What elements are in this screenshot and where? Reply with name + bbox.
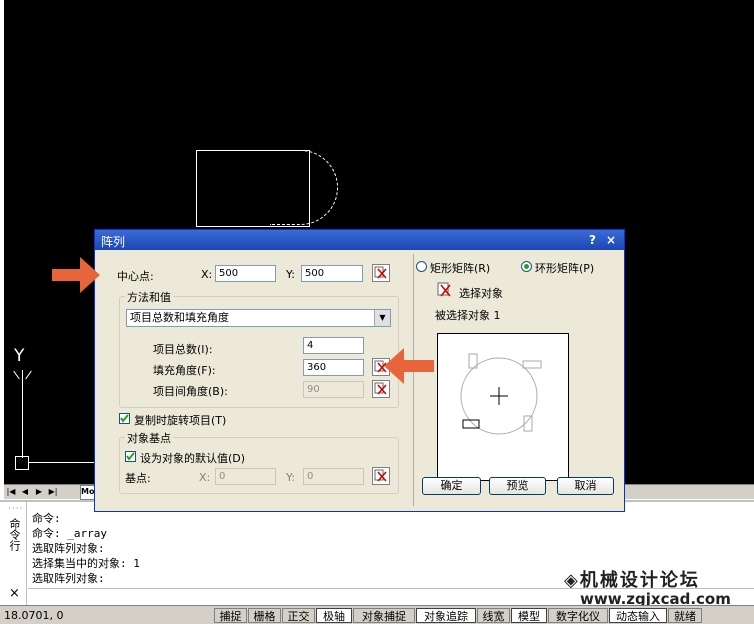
arc-shape[interactable] — [270, 150, 338, 225]
command-sidebar: ···· 命令行 × — [0, 502, 27, 606]
center-x-field[interactable]: 500 — [215, 265, 276, 282]
center-point-label: 中心点: — [117, 270, 154, 283]
base-x-field: 0 — [215, 468, 276, 485]
status-grid-button[interactable]: 栅格 — [248, 608, 281, 623]
preview-drawing — [460, 353, 542, 435]
command-line-3: 选取阵列对象: — [32, 542, 105, 555]
status-lweight-button[interactable]: 线宽 — [477, 608, 510, 623]
method-select[interactable]: 项目总数和填充角度 ▼ — [126, 309, 391, 327]
pick-center-button[interactable] — [372, 264, 390, 282]
item-angle-label: 项目间角度(B): — [153, 385, 228, 398]
total-items-label: 项目总数(I): — [153, 343, 213, 356]
prev-tab-icon[interactable]: ◀ — [20, 486, 30, 497]
dialog-titlebar[interactable]: 阵列 ? × — [95, 230, 624, 250]
checkmark-icon — [120, 414, 129, 423]
watermark-logo: ◈机械设计论坛 — [564, 570, 700, 591]
ok-button[interactable]: 确定 — [422, 477, 481, 495]
center-y-label: Y: — [286, 268, 295, 281]
fill-angle-field[interactable]: 360 — [303, 359, 364, 376]
status-ready: 就绪 — [668, 608, 702, 623]
checkmark-icon-2 — [126, 452, 135, 461]
base-group-label: 对象基点 — [125, 430, 173, 446]
command-close-icon[interactable]: × — [9, 586, 20, 601]
center-y-field[interactable]: 500 — [301, 265, 363, 282]
polar-array-radio[interactable] — [521, 261, 532, 272]
method-group-label: 方法和值 — [125, 289, 173, 305]
selected-count-text: 被选择对象 1 — [435, 309, 501, 322]
command-line-4: 选择集当中的对象: 1 — [32, 557, 140, 570]
default-base-checkbox[interactable] — [125, 451, 136, 462]
pick-point-icon-2 — [374, 469, 387, 482]
status-osnap-button[interactable]: 对象捕捉 — [353, 608, 415, 623]
command-line-2: 命令: _array — [32, 527, 107, 540]
next-tab-icon[interactable]: ▶ — [34, 486, 44, 497]
default-base-label: 设为对象的默认值(D) — [140, 452, 246, 465]
close-icon[interactable]: × — [606, 233, 616, 247]
first-tab-icon[interactable]: |◀ — [6, 486, 16, 497]
dialog-title: 阵列 — [101, 235, 126, 249]
select-objects-label[interactable]: 选择对象 — [459, 285, 503, 301]
status-snap-button[interactable]: 捕捉 — [214, 608, 247, 623]
pick-point-icon — [374, 266, 387, 279]
canvas-border — [0, 0, 4, 484]
annotation-arrow-left — [384, 348, 434, 384]
select-objects-icon — [437, 282, 451, 297]
rotate-items-label: 复制时旋转项目(T) — [134, 414, 227, 427]
method-select-value: 项目总数和填充角度 — [130, 311, 229, 324]
rotate-items-checkbox[interactable] — [119, 413, 130, 424]
base-x-label: X: — [199, 471, 211, 484]
rect-array-label: 矩形矩阵(R) — [430, 262, 491, 275]
total-items-field[interactable]: 4 — [303, 337, 364, 354]
pick-base-button[interactable] — [372, 467, 390, 485]
ucs-x-axis — [29, 462, 99, 463]
status-tablet-button[interactable]: 数字化仪 — [548, 608, 608, 623]
preview-button[interactable]: 预览 — [489, 477, 546, 495]
base-point-label: 基点: — [125, 472, 151, 485]
base-y-label: Y: — [286, 471, 295, 484]
command-side-label: 命令行 — [8, 518, 21, 551]
coordinate-readout: 18.0701, 0 — [4, 609, 64, 622]
annotation-arrow-right — [52, 257, 100, 293]
last-tab-icon[interactable]: ▶| — [48, 486, 58, 497]
chevron-down-icon[interactable]: ▼ — [374, 310, 390, 326]
polar-array-label: 环形矩阵(P) — [535, 262, 595, 275]
item-angle-field: 90 — [303, 381, 364, 398]
status-model-button[interactable]: 模型 — [511, 608, 547, 623]
status-polar-button[interactable]: 极轴 — [316, 608, 352, 623]
array-dialog: 阵列 ? × 中心点: X: 500 Y: 500 方法和值 项目总数和填充角度… — [94, 229, 625, 512]
ucs-arrow-left — [13, 370, 20, 380]
command-line-1: 命令: — [32, 512, 61, 525]
select-objects-button[interactable] — [437, 282, 455, 300]
ucs-y-axis — [22, 370, 23, 458]
fill-angle-label: 填充角度(F): — [153, 364, 216, 377]
ucs-y-label: Y — [14, 346, 25, 366]
status-bar: 18.0701, 0 捕捉 栅格 正交 极轴 对象捕捉 对象追踪 线宽 模型 数… — [0, 605, 754, 624]
array-preview-image — [437, 333, 569, 481]
cancel-button[interactable]: 取消 — [557, 477, 614, 495]
rect-array-radio[interactable] — [416, 261, 427, 272]
command-line-5: 选取阵列对象: — [32, 572, 105, 585]
status-dyn-button[interactable]: 动态输入 — [609, 608, 667, 623]
help-icon[interactable]: ? — [589, 233, 596, 247]
base-y-field: 0 — [303, 468, 364, 485]
status-otrack-button[interactable]: 对象追踪 — [416, 608, 476, 623]
ucs-origin-box — [15, 456, 29, 470]
status-ortho-button[interactable]: 正交 — [282, 608, 315, 623]
ucs-arrow-right — [25, 370, 32, 380]
center-x-label: X: — [201, 268, 213, 281]
